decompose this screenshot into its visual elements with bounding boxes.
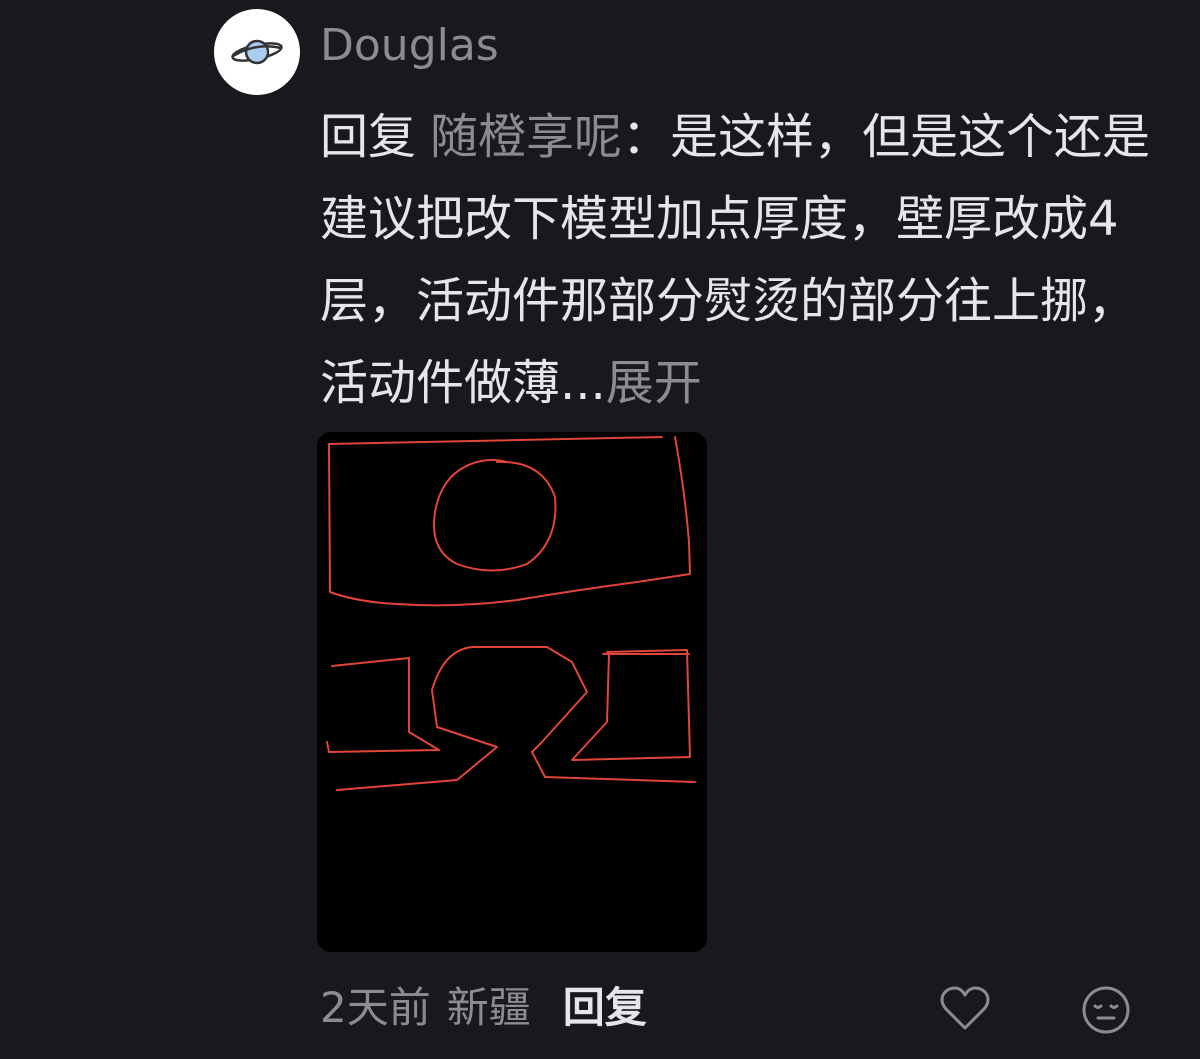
like-button[interactable] (938, 982, 992, 1036)
reply-prefix: 回复 (320, 109, 417, 165)
comment-item: Douglas 回复 随橙享呢：是这样，但是这个还是建议把改下模型加点厚度，壁厚改… (0, 0, 1200, 1059)
comment-meta: 2天前 新疆 回复 (320, 980, 647, 1036)
avatar[interactable] (214, 9, 300, 95)
location: 新疆 (446, 983, 531, 1032)
reply-button[interactable]: 回复 (563, 980, 647, 1036)
sketch-image[interactable] (317, 432, 707, 952)
reply-target-user[interactable]: 随橙享呢 (430, 109, 622, 165)
post-time: 2天前 (320, 983, 431, 1032)
username[interactable]: Douglas (320, 18, 499, 74)
reaction-button[interactable] (1080, 984, 1132, 1036)
comment-text: 回复 随橙享呢：是这样，但是这个还是建议把改下模型加点厚度，壁厚改成4层，活动件那… (320, 96, 1170, 424)
sketch-drawing (326, 436, 696, 791)
heart-icon (940, 986, 990, 1030)
emoji-face-icon (1082, 986, 1130, 1034)
planet-icon (231, 39, 283, 65)
expand-link[interactable]: 展开 (606, 355, 702, 411)
